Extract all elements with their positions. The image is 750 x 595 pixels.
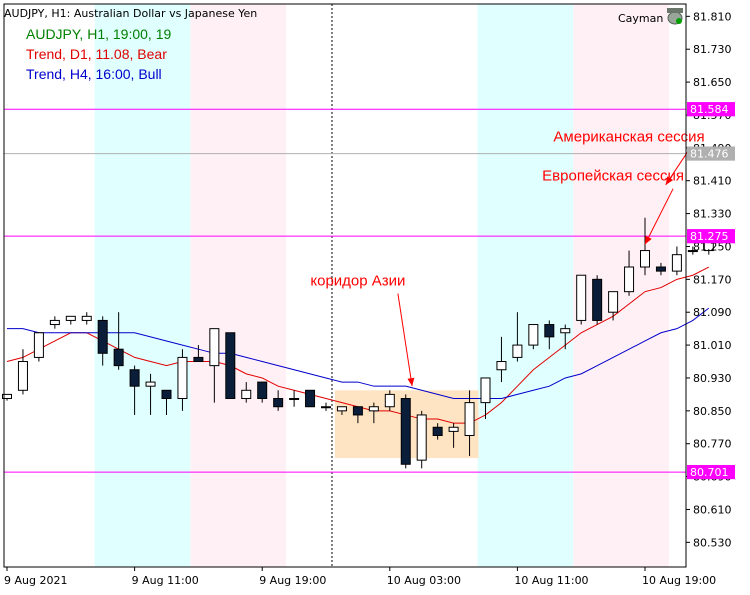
candle-body-bear bbox=[655, 266, 666, 272]
candle-body-bear bbox=[544, 324, 555, 338]
candle-body-bull bbox=[416, 414, 427, 461]
price-level-label: 81.476 bbox=[690, 148, 729, 161]
chart-window: Американская сессия Европейская сессия кор… bbox=[0, 0, 750, 595]
candle-body-bear bbox=[352, 406, 363, 416]
y-tick-label: 81.730 bbox=[693, 43, 732, 56]
candle-body-bull bbox=[336, 406, 347, 412]
candle bbox=[671, 246, 682, 276]
price-level-label: 81.584 bbox=[690, 103, 729, 116]
candle-body-bull bbox=[17, 361, 28, 391]
session-zone-europe bbox=[190, 4, 287, 567]
y-tick-label: 81.170 bbox=[693, 273, 732, 286]
session-zone-asia bbox=[477, 4, 574, 567]
candle-body-bear bbox=[129, 369, 140, 387]
candle-body-bear bbox=[432, 426, 443, 436]
candle bbox=[81, 312, 92, 325]
y-tick-label: 80.850 bbox=[693, 405, 732, 418]
candle-body-bear bbox=[400, 398, 411, 465]
candle-body-bear bbox=[257, 381, 268, 400]
candle-body-bull bbox=[496, 361, 507, 371]
candle-body-bull bbox=[145, 381, 156, 387]
symbol-description: AUDJPY, H1: Australian Dollar vs Japanes… bbox=[4, 7, 257, 20]
candle-body-bear bbox=[273, 398, 284, 408]
y-tick-label: 80.930 bbox=[693, 372, 732, 385]
candle bbox=[528, 324, 539, 350]
candle-body-bull bbox=[49, 319, 60, 326]
y-tick-label: 81.330 bbox=[693, 208, 732, 221]
candle bbox=[49, 316, 60, 329]
candle-body-bear bbox=[97, 319, 108, 354]
session-zone-asia bbox=[94, 4, 191, 567]
candle-body-bull bbox=[560, 328, 571, 334]
x-tick-label: 10 Aug 03:00 bbox=[387, 574, 461, 587]
annotation-label: Американская сессия bbox=[553, 129, 704, 146]
candle-body-bull bbox=[576, 274, 587, 321]
candle-body-bull bbox=[177, 356, 188, 400]
y-tick-label: 80.530 bbox=[693, 536, 732, 549]
info-line-trend-d1: Trend, D1, 11.08, Bear bbox=[26, 46, 167, 62]
candle bbox=[592, 275, 603, 325]
candle-body-bull bbox=[608, 291, 619, 313]
candle bbox=[225, 332, 236, 400]
y-tick-label: 81.410 bbox=[693, 175, 732, 188]
annotation-arrowhead bbox=[407, 377, 415, 387]
info-line-symbol: AUDJPY, H1, 19:00, 19 bbox=[26, 26, 171, 42]
candle-body-bull bbox=[512, 344, 523, 358]
candle-body-bull bbox=[321, 406, 331, 409]
candle-body-bull bbox=[209, 328, 220, 367]
candle bbox=[416, 410, 427, 469]
candle-body-bull bbox=[368, 406, 379, 412]
candle-body-bull bbox=[289, 398, 300, 401]
candle-body-bull bbox=[448, 426, 459, 432]
candle-body-bull bbox=[65, 315, 76, 321]
trader-hat-icon[interactable] bbox=[667, 8, 683, 25]
candle-body-bull bbox=[464, 402, 475, 436]
candle bbox=[400, 394, 411, 469]
y-tick-label: 81.090 bbox=[693, 306, 732, 319]
candle bbox=[576, 274, 587, 325]
candle-body-bear bbox=[113, 348, 124, 367]
candle-body-bear bbox=[592, 278, 603, 321]
x-tick-label: 9 Aug 11:00 bbox=[132, 574, 199, 587]
info-line-trend-h4: Trend, H4, 16:00, Bull bbox=[26, 66, 162, 82]
account-label[interactable]: Cayman bbox=[618, 12, 663, 25]
annotation-label: коридор Азии bbox=[310, 273, 405, 290]
candle-body-bear bbox=[161, 389, 172, 400]
candle-body-bear bbox=[225, 332, 236, 400]
candle bbox=[289, 390, 300, 407]
candle-body-bull bbox=[528, 324, 539, 346]
x-tick-label: 9 Aug 19:00 bbox=[259, 574, 326, 587]
candle-body-bull bbox=[241, 389, 252, 400]
session-zone-europe bbox=[573, 4, 669, 567]
candle bbox=[33, 332, 44, 362]
candle-body-bull bbox=[81, 315, 92, 321]
candle-body-bull bbox=[384, 393, 395, 408]
y-tick-label: 80.610 bbox=[693, 503, 732, 516]
x-tick-label: 9 Aug 2021 bbox=[4, 574, 67, 587]
price-level-label: 81.275 bbox=[690, 230, 729, 243]
annotation-label: Европейская сессия bbox=[542, 168, 684, 185]
candle-body-bull bbox=[624, 266, 635, 293]
candle-body-bull bbox=[480, 377, 491, 404]
candle-body-bull bbox=[640, 250, 650, 268]
candle-body-bull bbox=[33, 332, 44, 358]
y-tick-label: 80.770 bbox=[693, 438, 732, 451]
candle-body-bear bbox=[305, 389, 316, 408]
chart-canvas[interactable]: Американская сессия Европейская сессия кор… bbox=[0, 0, 750, 595]
candle-body-bear bbox=[193, 356, 204, 363]
candle bbox=[305, 389, 316, 408]
annotation-arrow bbox=[397, 293, 413, 387]
time-axis: 9 Aug 2021 9 Aug 11:00 9 Aug 19:00 10 Aug 0… bbox=[4, 567, 716, 587]
y-tick-label: 81.650 bbox=[693, 76, 732, 89]
candle bbox=[65, 315, 76, 325]
candle-body-bull bbox=[671, 254, 682, 272]
price-level-label: 80.701 bbox=[690, 466, 729, 479]
y-tick-label: 81.010 bbox=[693, 339, 732, 352]
x-tick-label: 10 Aug 19:00 bbox=[642, 574, 716, 587]
x-tick-label: 10 Aug 11:00 bbox=[514, 574, 588, 587]
y-tick-label: 81.810 bbox=[693, 10, 732, 23]
candle bbox=[321, 402, 331, 411]
